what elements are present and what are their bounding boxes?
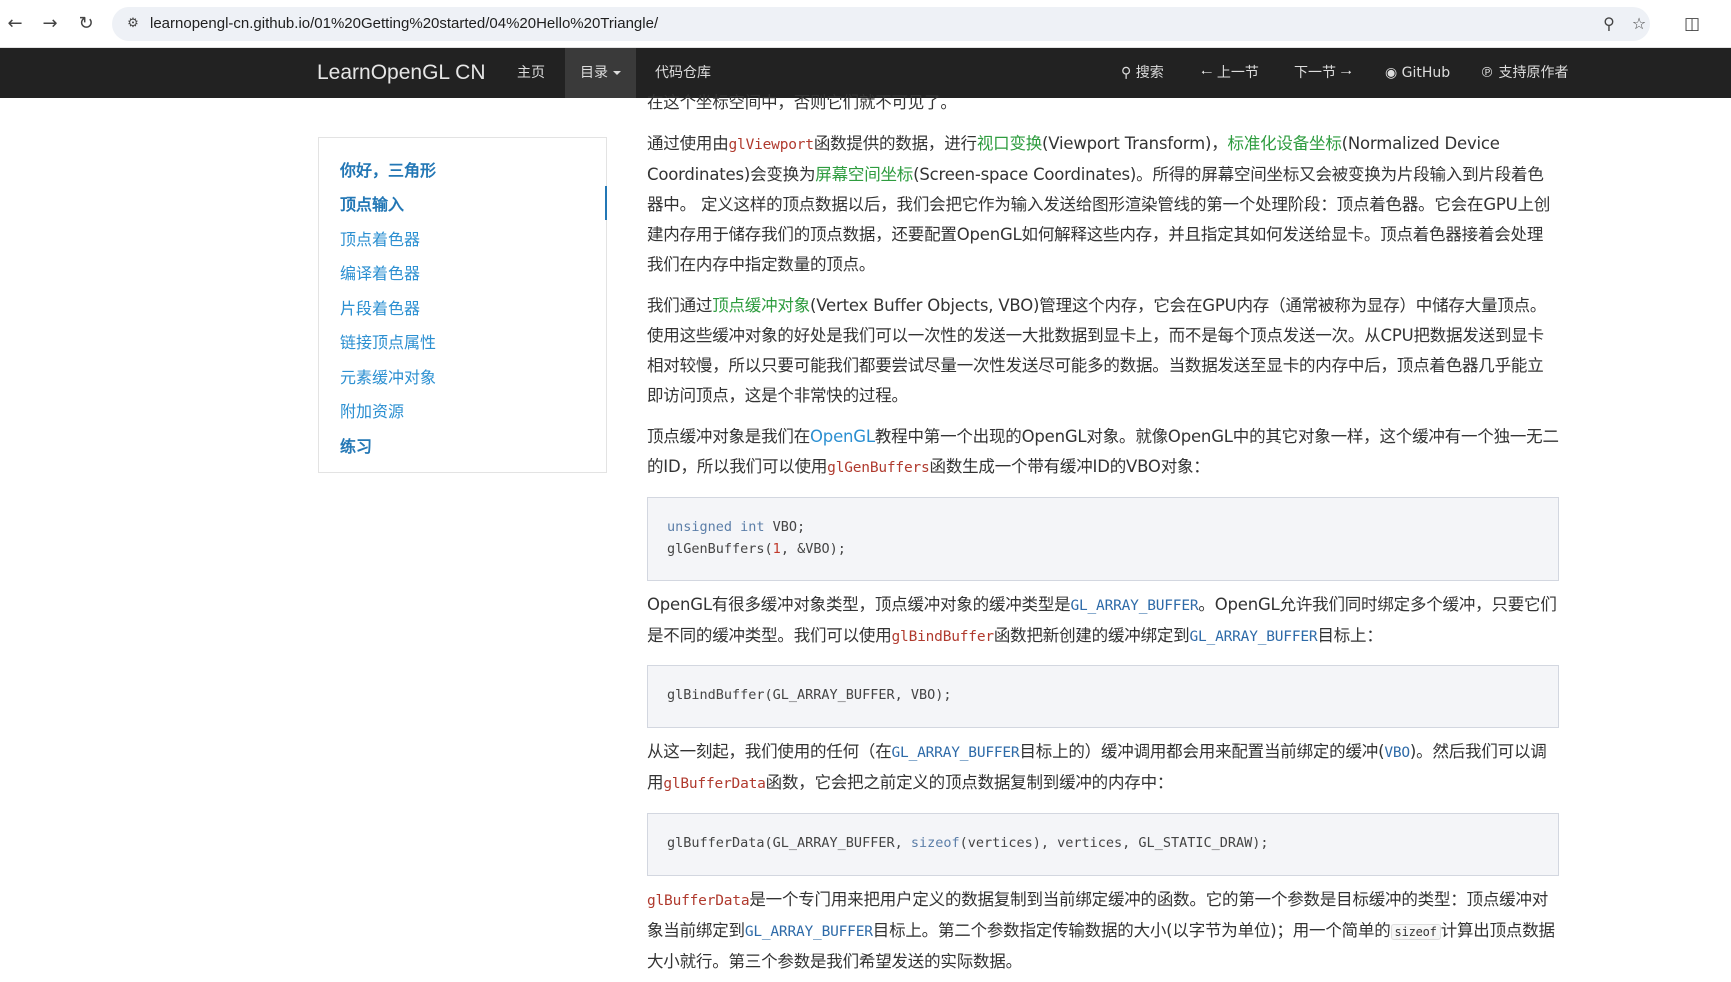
star-icon[interactable]: ☆ xyxy=(1628,13,1650,35)
toc-item-resources[interactable]: 附加资源 xyxy=(340,398,404,422)
paragraph: OpenGL有很多缓冲对象类型，顶点缓冲对象的缓冲类型是GL_ARRAY_BUF… xyxy=(647,595,1557,645)
back-icon[interactable]: ← xyxy=(3,12,27,36)
toc-item-hello-triangle[interactable]: 你好，三角形 xyxy=(340,157,436,181)
github-icon: ◉ xyxy=(1385,65,1402,81)
toc-item-link-attributes[interactable]: 链接顶点属性 xyxy=(340,329,436,353)
brand-logo[interactable]: LearnOpenGL CN xyxy=(317,61,485,85)
nav-support-label: 支持原作者 xyxy=(1498,65,1569,81)
term-highlight: 视口变换 xyxy=(976,134,1043,153)
inline-code: sizeof xyxy=(1390,924,1441,940)
inline-code: GL_ARRAY_BUFFER xyxy=(744,924,873,940)
term-highlight: 标准化设备坐标 xyxy=(1227,134,1342,153)
active-indicator xyxy=(605,186,607,220)
code-block: glBindBuffer(GL_ARRAY_BUFFER, VBO); xyxy=(647,665,1559,728)
nav-github-label: GitHub xyxy=(1401,65,1451,81)
inline-code: GL_ARRAY_BUFFER xyxy=(1189,629,1318,645)
toc-sidebar: 你好，三角形 顶点输入 顶点着色器 编译着色器 片段着色器 链接顶点属性 元素缓… xyxy=(318,137,607,473)
term-highlight: 顶点缓冲对象 xyxy=(712,296,811,315)
toc-item-vertex-input[interactable]: 顶点输入 xyxy=(340,191,404,215)
paragraph: 顶点缓冲对象是我们在OpenGL教程中第一个出现的OpenGL对象。就像Open… xyxy=(647,427,1559,476)
inline-code: GL_ARRAY_BUFFER xyxy=(1070,598,1199,614)
paragraph: glBufferData是一个专门用来把用户定义的数据复制到当前绑定缓冲的函数。… xyxy=(647,890,1555,971)
inline-code: GL_ARRAY_BUFFER xyxy=(891,745,1020,761)
code-block: glBufferData(GL_ARRAY_BUFFER, sizeof(ver… xyxy=(647,813,1559,876)
term-highlight: 屏幕空间坐标 xyxy=(815,165,914,184)
arrow-left-icon: 🠀 xyxy=(1201,65,1217,81)
nav-next-label: 下一节 xyxy=(1294,65,1336,81)
inline-code: glViewport xyxy=(728,137,815,153)
nav-search-label: 搜索 xyxy=(1135,65,1164,81)
address-bar[interactable]: ⚙ learnopengl-cn.github.io/01%20Getting%… xyxy=(112,7,1650,41)
toc-item-vertex-shader[interactable]: 顶点着色器 xyxy=(340,226,420,250)
url-text[interactable]: learnopengl-cn.github.io/01%20Getting%20… xyxy=(150,15,658,32)
inline-code: glGenBuffers xyxy=(827,460,930,476)
extensions-icon[interactable]: ◫ xyxy=(1680,12,1704,36)
toc-item-exercises[interactable]: 练习 xyxy=(340,433,372,457)
paragraph: 我们通过顶点缓冲对象(Vertex Buffer Objects, VBO)管理… xyxy=(647,296,1547,405)
paragraph: 从这一刻起，我们使用的任何（在GL_ARRAY_BUFFER目标上的）缓冲调用都… xyxy=(647,742,1547,792)
site-info-icon[interactable]: ⚙ xyxy=(124,15,142,33)
nav-toc-dropdown[interactable]: 目录 xyxy=(565,48,636,98)
inline-code: glBufferData xyxy=(647,893,750,909)
inline-code: VBO xyxy=(1384,745,1410,761)
search-icon: ⚲ xyxy=(1121,65,1136,81)
zoom-icon[interactable]: ⚲ xyxy=(1598,13,1620,35)
caret-down-icon xyxy=(613,71,621,75)
toc-item-ebo[interactable]: 元素缓冲对象 xyxy=(340,364,436,388)
nav-toc-label: 目录 xyxy=(580,65,608,81)
paragraph-cut: 在这个坐标空间中，否则它们就不可见了。 xyxy=(647,93,957,112)
paragraph: 通过使用由glViewport函数提供的数据，进行视口变换(Viewport T… xyxy=(647,134,1551,274)
reload-icon[interactable]: ↻ xyxy=(74,12,98,36)
toc-item-compile-shader[interactable]: 编译着色器 xyxy=(340,260,420,284)
nav-home[interactable]: 主页 xyxy=(502,48,560,98)
toc-item-fragment-shader[interactable]: 片段着色器 xyxy=(340,295,420,319)
browser-toolbar: ← → ↻ ⚙ learnopengl-cn.github.io/01%20Ge… xyxy=(0,0,1731,48)
paypal-icon: ℗ xyxy=(1480,65,1499,81)
inline-code: glBindBuffer xyxy=(891,629,995,645)
inline-code: glBufferData xyxy=(663,776,766,792)
code-block: unsigned int VBO; glGenBuffers(1, &VBO); xyxy=(647,497,1559,581)
nav-prev-label: 上一节 xyxy=(1216,65,1259,81)
arrow-right-icon: 🠂 xyxy=(1336,65,1352,81)
opengl-link[interactable]: OpenGL xyxy=(810,427,875,446)
forward-icon[interactable]: → xyxy=(38,12,62,36)
